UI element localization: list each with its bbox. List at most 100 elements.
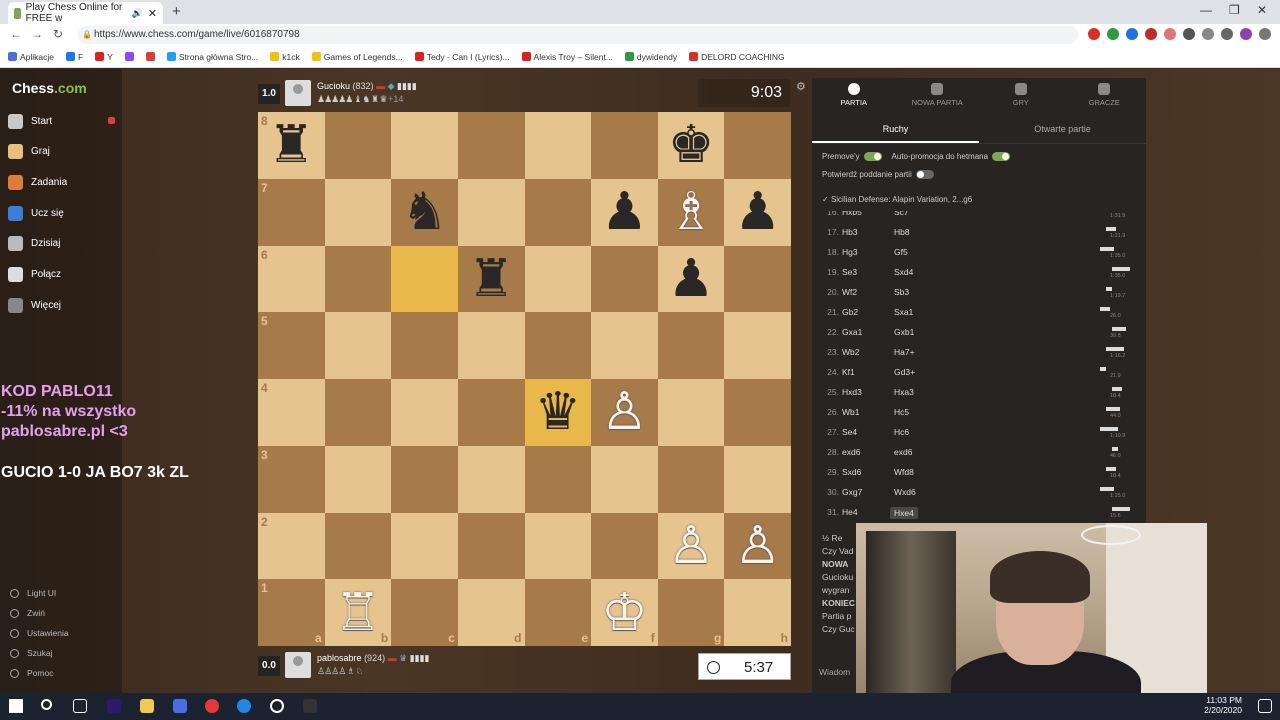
- square-g5[interactable]: [657, 312, 725, 379]
- square-h3[interactable]: [724, 445, 791, 513]
- windows-start-icon[interactable]: [9, 699, 23, 713]
- chrome-icon[interactable]: [205, 699, 219, 713]
- black-move[interactable]: Wxd6: [894, 487, 916, 497]
- white-piece[interactable]: ♖: [335, 587, 382, 639]
- black-move[interactable]: Hc5: [894, 407, 909, 417]
- premove-toggle[interactable]: [863, 152, 882, 161]
- shield-ext-icon[interactable]: [1107, 28, 1119, 40]
- square-d3[interactable]: [457, 445, 525, 513]
- pinterest-ext-icon[interactable]: [1145, 28, 1157, 40]
- square-d4[interactable]: [457, 379, 525, 446]
- black-piece[interactable]: ♟: [601, 186, 648, 238]
- square-a2[interactable]: 2: [258, 512, 325, 580]
- square-e5[interactable]: [524, 312, 592, 379]
- black-move[interactable]: Sb3: [894, 287, 909, 297]
- square-e7[interactable]: [524, 178, 592, 246]
- square-c4[interactable]: [391, 379, 458, 446]
- square-b5[interactable]: [324, 312, 392, 379]
- square-b4[interactable]: [324, 379, 392, 446]
- black-move[interactable]: Hxe4: [890, 507, 918, 519]
- bookmark-item[interactable]: Aplikacje: [8, 52, 54, 62]
- search-icon[interactable]: [41, 699, 52, 710]
- close-window-icon[interactable]: ✕: [1257, 3, 1267, 17]
- tab-gracze[interactable]: GRACZE: [1063, 78, 1147, 116]
- square-e2[interactable]: [524, 512, 592, 580]
- square-c5[interactable]: [391, 312, 458, 379]
- square-f4[interactable]: ♙: [591, 379, 658, 446]
- bookmark-item[interactable]: Y: [95, 52, 113, 62]
- minimize-icon[interactable]: —: [1200, 3, 1212, 17]
- forward-icon[interactable]: →: [31, 27, 43, 41]
- white-move[interactable]: Kf1: [842, 367, 855, 377]
- bookmark-item[interactable]: DELORD COACHING: [689, 52, 785, 62]
- square-f2[interactable]: [591, 512, 658, 580]
- url-input[interactable]: 🔒 https://www.chess.com/game/live/601687…: [78, 26, 1078, 44]
- autopromo-toggle[interactable]: [992, 152, 1011, 161]
- sidebar-item-graj[interactable]: Graj: [8, 142, 50, 162]
- cast-icon[interactable]: [1221, 28, 1233, 40]
- black-move[interactable]: Hxa3: [894, 387, 914, 397]
- square-c7[interactable]: ♞: [391, 178, 458, 246]
- black-piece[interactable]: ♟: [734, 186, 781, 238]
- square-g1[interactable]: g: [657, 579, 725, 646]
- white-move[interactable]: Se3: [842, 267, 857, 277]
- task-view-icon[interactable]: [73, 699, 87, 713]
- white-piece[interactable]: ♙: [601, 386, 648, 438]
- chess-app-icon[interactable]: [303, 699, 317, 713]
- white-move[interactable]: Hb3: [842, 227, 858, 237]
- obs-icon[interactable]: [270, 699, 284, 713]
- subtab-0[interactable]: Ruchy: [812, 116, 979, 143]
- square-d5[interactable]: [457, 312, 525, 379]
- black-move[interactable]: Hc6: [894, 427, 909, 437]
- black-move[interactable]: Sxd4: [894, 267, 913, 277]
- black-piece[interactable]: ♟: [668, 253, 715, 305]
- tab-partia[interactable]: PARTIA: [812, 78, 896, 116]
- browser-tab[interactable]: Play Chess Online for FREE w 🔊 ✕: [8, 2, 163, 24]
- black-move[interactable]: Hb8: [894, 227, 910, 237]
- white-piece[interactable]: ♙: [668, 520, 715, 572]
- square-f3[interactable]: [591, 445, 658, 513]
- black-piece[interactable]: ♜: [468, 253, 515, 305]
- chess-board[interactable]: 8 ♜ ♚ 7 ♞ ♟ ♗ ♟ 6 ♜ ♟ 5 4 ♛ ♙ 3 2 ♙ ♙ 1 a b ♖ c d e f ♔ g h: [258, 112, 791, 646]
- reload-icon[interactable]: ↻: [53, 27, 63, 41]
- square-f5[interactable]: [591, 312, 658, 379]
- square-h8[interactable]: [724, 112, 791, 179]
- square-h1[interactable]: h: [724, 579, 791, 646]
- white-move[interactable]: Gxa1: [842, 327, 862, 337]
- square-f7[interactable]: ♟: [591, 178, 658, 246]
- square-c6[interactable]: [391, 245, 458, 313]
- square-f8[interactable]: [591, 112, 658, 179]
- chess-logo[interactable]: Chess.com: [12, 80, 87, 96]
- bottom-player-name-row[interactable]: pablosabre (924) ▬ ♛ ▮▮▮▮: [317, 653, 430, 664]
- square-h4[interactable]: [724, 379, 791, 446]
- square-h5[interactable]: [724, 312, 791, 379]
- message-input[interactable]: Wiadom: [819, 667, 850, 677]
- bookmark-item[interactable]: dywidendy: [624, 52, 677, 62]
- subtab-1[interactable]: Otwarte partie: [979, 116, 1146, 143]
- bookmark-item[interactable]: [124, 52, 134, 61]
- bookmark-item[interactable]: Tedy - Can I (Lyrics)...: [414, 52, 510, 62]
- bookmark-item[interactable]: Alexis Troy – Silent...: [521, 52, 613, 62]
- square-a6[interactable]: 6: [258, 245, 325, 313]
- black-move[interactable]: Gxb1: [894, 327, 914, 337]
- sidebar-item-uczsi[interactable]: Ucz się: [8, 203, 64, 223]
- square-a3[interactable]: 3: [258, 445, 325, 513]
- square-a7[interactable]: 7: [258, 178, 325, 246]
- square-d8[interactable]: [457, 112, 525, 179]
- sidebar-bottom-item[interactable]: Ustawienia: [10, 628, 69, 638]
- square-g8[interactable]: ♚: [657, 112, 725, 179]
- vpn-ext-icon[interactable]: [1126, 28, 1138, 40]
- notification-center-icon[interactable]: [1258, 699, 1272, 713]
- square-c3[interactable]: [391, 445, 458, 513]
- premiere-icon[interactable]: [107, 699, 121, 713]
- black-move[interactable]: Gd3+: [894, 367, 915, 377]
- square-e4[interactable]: ♛: [524, 379, 592, 446]
- sidebar-item-wicej[interactable]: Więcej: [8, 295, 61, 315]
- square-c1[interactable]: c: [391, 579, 458, 646]
- black-piece[interactable]: ♛: [535, 386, 582, 438]
- white-piece[interactable]: ♔: [601, 587, 648, 639]
- back-icon[interactable]: ←: [10, 27, 22, 41]
- tab-nowa-partia[interactable]: NOWA PARTIA: [896, 78, 980, 116]
- bookmark-item[interactable]: k1ck: [270, 52, 300, 62]
- square-c8[interactable]: [391, 112, 458, 179]
